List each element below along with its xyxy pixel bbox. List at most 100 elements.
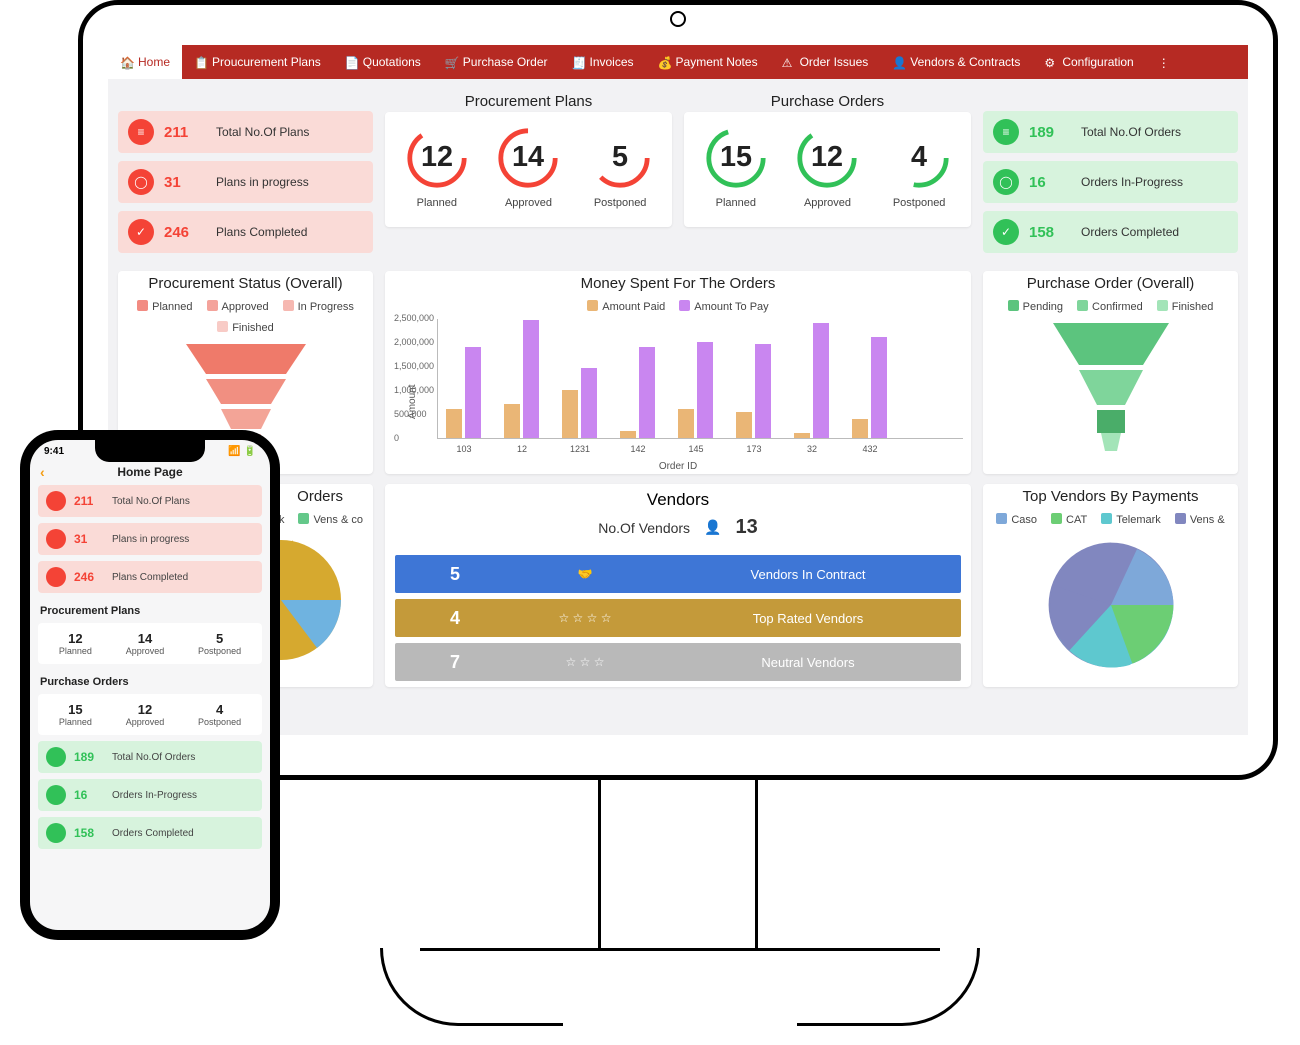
ring-label: Postponed <box>884 197 954 209</box>
money-spent-card: Money Spent For The Orders Amount Paid A… <box>385 271 971 474</box>
signal-battery-icon: 📶 🔋 <box>228 446 256 457</box>
bar-legend: Amount Paid Amount To Pay <box>385 294 971 319</box>
plan-stats-column: ≡ 211 Total No.Of Plans ◯ 31 Plans in pr… <box>118 89 373 261</box>
tab-vendors-contracts[interactable]: 👤 Vendors & Contracts <box>880 45 1032 79</box>
funnel-chart <box>983 319 1238 463</box>
home-icon: 🏠 <box>120 56 132 68</box>
star-icon: ☆ ☆ ☆ ☆ <box>515 611 655 625</box>
stat-label: Total No.Of Plans <box>112 496 190 507</box>
ring-planned: 15 Planned <box>701 126 771 209</box>
ring-postponed: 4 Postponed <box>884 126 954 209</box>
stat-label: Plans Completed <box>112 572 188 583</box>
tab-payment-notes[interactable]: 💰 Payment Notes <box>646 45 770 79</box>
stat-label: Orders In-Progress <box>1081 175 1183 189</box>
clipboard-icon: 📋 <box>194 56 206 68</box>
stat-value: 189 <box>74 750 104 764</box>
stat-value: 31 <box>164 174 206 191</box>
tab-more[interactable]: ⋮ <box>1146 45 1182 79</box>
ph-section-proc: Procurement Plans <box>38 599 262 623</box>
warning-icon: ⚠ <box>782 56 794 68</box>
vendor-bar-value: 7 <box>395 652 515 673</box>
monitor-stand-base <box>420 948 940 1038</box>
card-title: Money Spent For The Orders <box>385 271 971 294</box>
stat-plans-progress: ◯ 31 Plans in progress <box>118 161 373 203</box>
stat-label: Total No.Of Orders <box>112 752 195 763</box>
spinner-icon: ◯ <box>993 169 1019 195</box>
money-icon: 💰 <box>658 56 670 68</box>
gear-icon: ⚙ <box>1044 56 1056 68</box>
tab-label: Order Issues <box>800 55 869 69</box>
vendor-bar-top-rated[interactable]: 4 ☆ ☆ ☆ ☆ Top Rated Vendors <box>395 599 961 637</box>
tab-quotations[interactable]: 📄 Quotations <box>333 45 433 79</box>
stat-total-orders: ≡ 189 Total No.Of Orders <box>983 111 1238 153</box>
purchase-orders-card: Purchase Orders 15 Planned 12 Approved 4… <box>684 89 971 261</box>
svg-text:14: 14 <box>512 141 544 173</box>
sliders-icon <box>46 491 66 511</box>
tab-order-issues[interactable]: ⚠ Order Issues <box>770 45 881 79</box>
stat-label: Orders In-Progress <box>112 790 197 801</box>
stat-label: Plans Completed <box>216 225 307 239</box>
ph-stat-plans-completed: 246 Plans Completed <box>38 561 262 593</box>
vendor-bar-label: Neutral Vendors <box>655 655 961 670</box>
pie-legend: Caso CAT Telemark Vens & <box>983 507 1238 532</box>
tab-invoices[interactable]: 🧾 Invoices <box>560 45 646 79</box>
tab-home[interactable]: 🏠 Home <box>108 45 182 79</box>
stat-value: 16 <box>74 788 104 802</box>
tab-procurement-plans[interactable]: 📋 Proucurement Plans <box>182 45 333 79</box>
pie-chart <box>983 532 1238 678</box>
ring-planned: 12 Planned <box>402 126 472 209</box>
phone-title-bar: ‹ Home Page <box>30 457 270 485</box>
stat-value: 246 <box>74 570 104 584</box>
circles-row: 12 Planned 14 Approved 5 Postponed <box>385 112 672 227</box>
stat-label: Total No.Of Orders <box>1081 125 1181 139</box>
procurement-plans-card: Procurement Plans 12 Planned 14 Approved… <box>385 89 672 261</box>
stat-label: Orders Completed <box>1081 225 1179 239</box>
vendor-count-row: No.Of Vendors 👤 13 <box>385 512 971 549</box>
svg-text:15: 15 <box>720 141 752 173</box>
spinner-icon: ◯ <box>128 169 154 195</box>
stat-orders-progress: ◯ 16 Orders In-Progress <box>983 161 1238 203</box>
document-icon: 📄 <box>345 56 357 68</box>
spinner-icon <box>46 529 66 549</box>
vendor-bar-label: Vendors In Contract <box>655 567 961 582</box>
card-title: Purchase Order (Overall) <box>983 271 1238 294</box>
vendor-bar-value: 4 <box>395 608 515 629</box>
ph-section-po: Purchase Orders <box>38 670 262 694</box>
stat-label: Plans in progress <box>112 534 189 545</box>
ph-circles-po: 15Planned 12Approved 4Postponed <box>38 694 262 735</box>
top-nav: 🏠 Home 📋 Proucurement Plans 📄 Quotations… <box>108 45 1248 79</box>
funnel-legend: Planned Approved In Progress Finished <box>118 294 373 340</box>
check-icon: ✓ <box>128 219 154 245</box>
phone-title: Home Page <box>117 465 182 479</box>
svg-text:12: 12 <box>421 141 453 173</box>
ph-stat-orders-completed: 158 Orders Completed <box>38 817 262 849</box>
card-title: Procurement Plans <box>385 89 672 112</box>
invoice-icon: 🧾 <box>572 56 584 68</box>
phone-time: 9:41 <box>44 446 64 457</box>
circles-row: 15 Planned 12 Approved 4 Postponed <box>684 112 971 227</box>
vendor-bar-neutral[interactable]: 7 ☆ ☆ ☆ Neutral Vendors <box>395 643 961 681</box>
bar-chart: Amount 0500,0001,000,0001,500,0002,000,0… <box>385 319 971 472</box>
check-icon <box>46 567 66 587</box>
vendor-bar-contract[interactable]: 5 🤝 Vendors In Contract <box>395 555 961 593</box>
stat-label: Total No.Of Plans <box>216 125 309 139</box>
back-icon[interactable]: ‹ <box>40 464 45 480</box>
phone-screen: 9:41 📶 🔋 ‹ Home Page 211 Total No.Of Pla… <box>30 440 270 930</box>
vendors-card: Vendors No.Of Vendors 👤 13 5 🤝 Vendors I… <box>385 484 971 687</box>
tab-purchase-order[interactable]: 🛒 Purchase Order <box>433 45 560 79</box>
ring-label: Planned <box>701 197 771 209</box>
stat-value: 31 <box>74 532 104 546</box>
ring-label: Approved <box>792 197 862 209</box>
funnel-legend: Pending Confirmed Finished <box>983 294 1238 319</box>
dashboard-row-2: Procurement Status (Overall) Planned App… <box>108 271 1248 484</box>
stat-label: Orders Completed <box>112 828 194 839</box>
tab-configuration[interactable]: ⚙ Configuration <box>1032 45 1145 79</box>
phone-body: 211 Total No.Of Plans 31 Plans in progre… <box>30 485 270 849</box>
person-icon: 👤 <box>704 519 721 536</box>
vendor-bar-value: 5 <box>395 564 515 585</box>
tab-label: Home <box>138 55 170 69</box>
stat-value: 211 <box>164 124 206 141</box>
ph-stat-orders-progress: 16 Orders In-Progress <box>38 779 262 811</box>
stat-plans-completed: ✓ 246 Plans Completed <box>118 211 373 253</box>
svg-text:4: 4 <box>911 141 927 173</box>
